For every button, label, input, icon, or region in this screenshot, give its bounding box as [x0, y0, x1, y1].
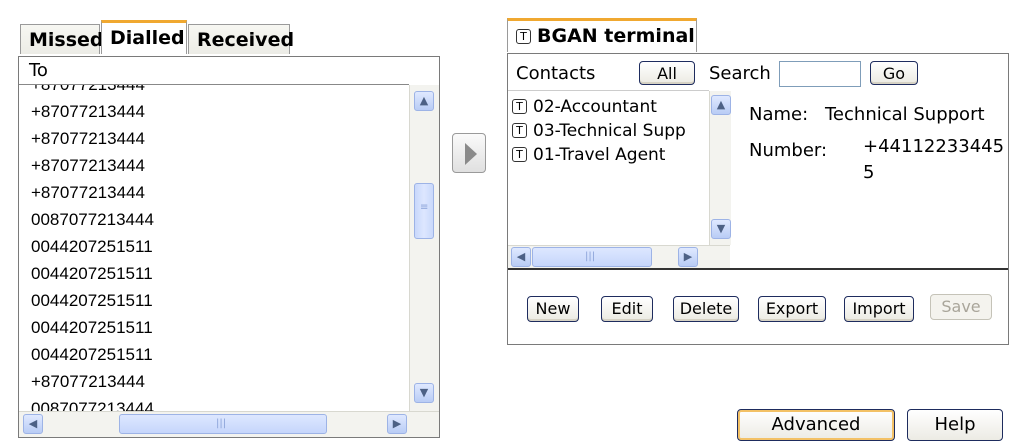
scroll-up-icon[interactable]: ▲	[711, 95, 731, 115]
scroll-down-icon[interactable]: ▼	[414, 383, 434, 403]
tab-dialled[interactable]: Dialled	[101, 20, 187, 54]
copy-to-contacts-button[interactable]	[452, 133, 486, 173]
contact-detail: Name: Technical Support Number: +4411223…	[729, 90, 1008, 268]
contacts-vertical-scrollbar[interactable]: ▲ ▼	[709, 91, 731, 245]
list-item[interactable]: +87077213444	[31, 372, 145, 392]
list-item[interactable]: 0087077213444	[31, 399, 154, 411]
scroll-thumb[interactable]: |||	[119, 414, 327, 434]
export-button[interactable]: Export	[758, 296, 826, 322]
import-button[interactable]: Import	[844, 296, 914, 322]
terminal-icon: T	[512, 99, 527, 114]
list-item[interactable]: T 02-Accountant	[512, 97, 657, 117]
number-list: +87077213444 +87077213444 +87077213444 +…	[19, 85, 409, 411]
help-button[interactable]: Help	[907, 409, 1003, 441]
contacts-list: T 02-Accountant T 03-Technical Supp T 01-Tr…	[508, 90, 731, 270]
list-item[interactable]: T 03-Technical Supp	[512, 121, 686, 141]
vertical-scrollbar[interactable]: ▲ ≡ ▼	[409, 85, 439, 411]
grip-icon: |||	[585, 251, 596, 262]
scroll-left-icon[interactable]: ◀	[23, 414, 43, 434]
dialled-calls-list: To +87077213444 +87077213444 +8707721344…	[18, 56, 440, 438]
search-label: Search	[709, 63, 771, 84]
list-item[interactable]: +87077213444	[31, 85, 145, 95]
name-value: Technical Support	[825, 104, 985, 125]
grip-icon: |||	[216, 418, 227, 429]
list-item[interactable]: 0044207251511	[31, 318, 153, 338]
list-item[interactable]: +87077213444	[31, 156, 145, 176]
column-header-to[interactable]: To	[19, 57, 409, 85]
new-button[interactable]: New	[527, 296, 579, 322]
edit-button[interactable]: Edit	[601, 296, 653, 322]
contacts-label: Contacts	[516, 63, 596, 84]
contacts-horizontal-scrollbar[interactable]: ◀ ||| ▶	[508, 245, 730, 269]
tab-received[interactable]: Received	[188, 24, 294, 54]
scroll-right-icon[interactable]: ▶	[678, 247, 698, 267]
save-button[interactable]: Save	[930, 294, 992, 320]
list-item[interactable]: +87077213444	[31, 183, 145, 203]
scroll-right-icon[interactable]: ▶	[387, 414, 407, 434]
terminal-contacts-panel: Contacts All Search Go T 02-Accountant T0…	[507, 53, 1009, 345]
list-item[interactable]: 0044207251511	[31, 345, 153, 365]
tab-label: BGAN terminal	[537, 25, 695, 47]
scroll-left-icon[interactable]: ◀	[511, 247, 531, 267]
list-item[interactable]: T 01-Travel Agent	[512, 145, 665, 165]
go-button[interactable]: Go	[870, 61, 918, 85]
search-input[interactable]	[779, 61, 861, 87]
horizontal-scrollbar[interactable]: ◀ ||| ▶	[19, 411, 439, 437]
number-label: Number:	[749, 140, 828, 161]
terminal-icon: T	[512, 147, 527, 162]
divider	[508, 268, 1008, 270]
scroll-thumb[interactable]: ≡	[414, 183, 434, 239]
list-item[interactable]: +87077213444	[31, 129, 145, 149]
arrow-right-icon	[465, 143, 477, 165]
list-item[interactable]: 0044207251511	[31, 237, 153, 257]
tab-missed[interactable]: Missed	[20, 24, 104, 54]
list-item[interactable]: 0044207251511	[31, 291, 153, 311]
list-item[interactable]: 0087077213444	[31, 210, 154, 230]
number-value-line1: +44112233445	[863, 136, 1005, 157]
number-value-line2: 5	[863, 162, 875, 183]
advanced-button[interactable]: Advanced	[737, 409, 895, 441]
list-item[interactable]: 0044207251511	[31, 264, 153, 284]
grip-icon: ≡	[420, 202, 429, 213]
all-button[interactable]: All	[639, 61, 695, 85]
scroll-up-icon[interactable]: ▲	[414, 91, 434, 111]
delete-button[interactable]: Delete	[673, 296, 739, 322]
scroll-thumb[interactable]: |||	[532, 247, 652, 267]
name-label: Name:	[749, 104, 809, 125]
list-item[interactable]: +87077213444	[31, 102, 145, 122]
tab-bgan-terminal[interactable]: T BGAN terminal	[507, 18, 697, 52]
terminal-icon: T	[512, 123, 527, 138]
terminal-icon: T	[516, 29, 531, 44]
scroll-down-icon[interactable]: ▼	[711, 219, 731, 239]
